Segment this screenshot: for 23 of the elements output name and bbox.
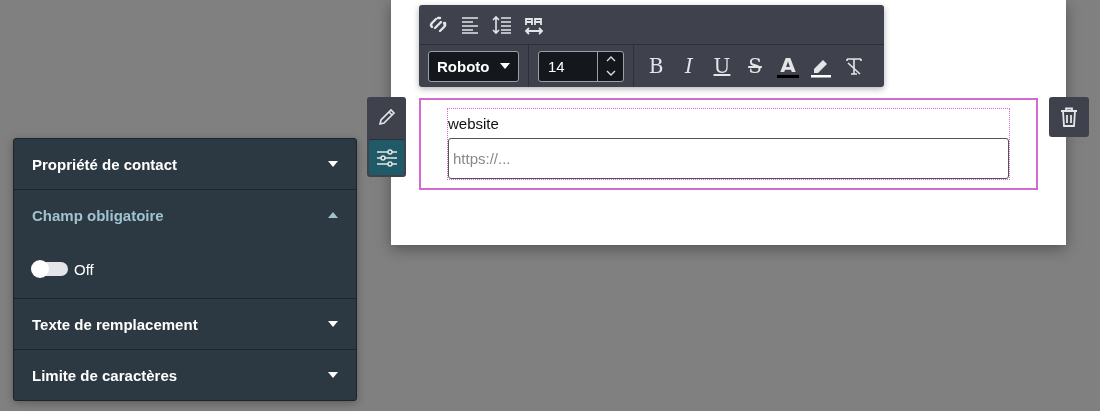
section-header[interactable]: Limite de caractères <box>14 350 356 400</box>
field-label: website <box>448 114 500 134</box>
text-color-button[interactable]: A <box>774 51 802 81</box>
trash-icon[interactable] <box>1049 97 1089 137</box>
font-size-field[interactable]: 14 <box>538 50 624 82</box>
caret-icon <box>500 63 510 69</box>
sliders-icon[interactable] <box>369 139 404 175</box>
unlink-icon[interactable] <box>428 14 448 35</box>
section-header[interactable]: Champ obligatoire <box>14 190 356 240</box>
align-left-icon[interactable] <box>460 14 480 35</box>
line-height-icon[interactable] <box>492 14 512 35</box>
font-dropdown[interactable]: Roboto <box>428 50 519 82</box>
underline-button[interactable]: U <box>708 51 736 81</box>
url-input-field[interactable]: https://... <box>448 138 1009 179</box>
toggle-label: Off <box>74 260 94 278</box>
increment-icon[interactable] <box>605 55 616 63</box>
bold-button[interactable]: B <box>642 51 670 81</box>
section-header[interactable]: Propriété de contact <box>14 139 356 189</box>
italic-button[interactable]: I <box>675 51 703 81</box>
strikethrough-button[interactable]: S <box>741 51 769 81</box>
decrement-icon[interactable] <box>605 69 616 77</box>
section-header[interactable]: Texte de remplacement <box>14 299 356 349</box>
toggle-switch[interactable] <box>32 262 68 276</box>
